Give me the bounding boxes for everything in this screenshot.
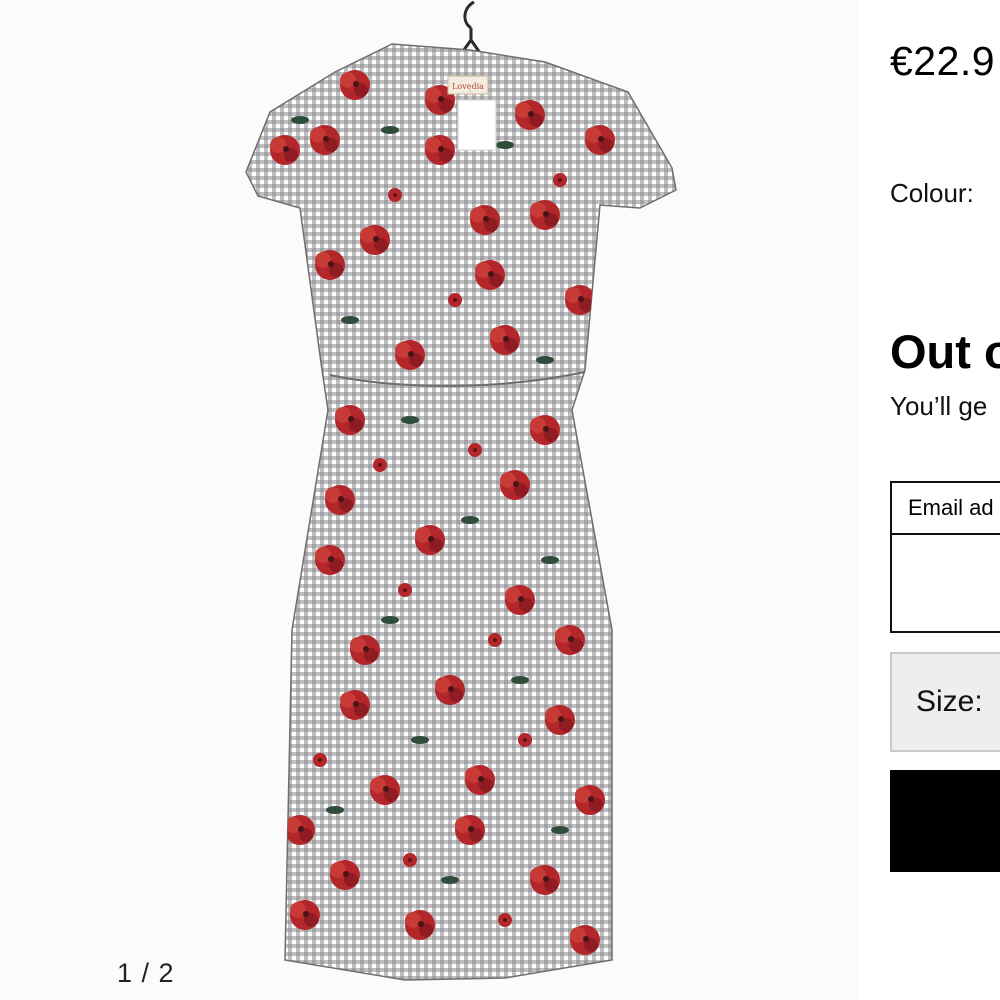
notify-me-button[interactable]	[890, 770, 1000, 872]
email-field[interactable]: Email ad	[890, 481, 1000, 633]
dress	[245, 43, 677, 981]
colour-label: Colour:	[890, 178, 974, 208]
email-field-label: Email ad	[892, 483, 1000, 535]
product-gallery[interactable]: Lovedia 1 / 2	[0, 0, 858, 1000]
gallery-counter: 1 / 2	[117, 958, 175, 988]
product-image[interactable]: Lovedia	[0, 0, 858, 1000]
email-input[interactable]	[892, 535, 1000, 631]
out-of-stock-subtitle: You’ll ge	[890, 391, 988, 421]
size-select[interactable]: Size:	[890, 652, 1000, 752]
product-price: €22.9	[890, 38, 996, 84]
out-of-stock-heading: Out o	[890, 325, 1000, 378]
dress-label: Lovedia	[447, 75, 489, 95]
svg-text:Lovedia: Lovedia	[452, 82, 484, 91]
size-select-label: Size:	[916, 685, 983, 718]
product-page: Lovedia 1 / 2 €22.9 Colour: Out o You’ll…	[0, 0, 1000, 1000]
product-info-panel: €22.9 Colour: Out o You’ll ge Email ad S…	[858, 0, 1000, 1000]
